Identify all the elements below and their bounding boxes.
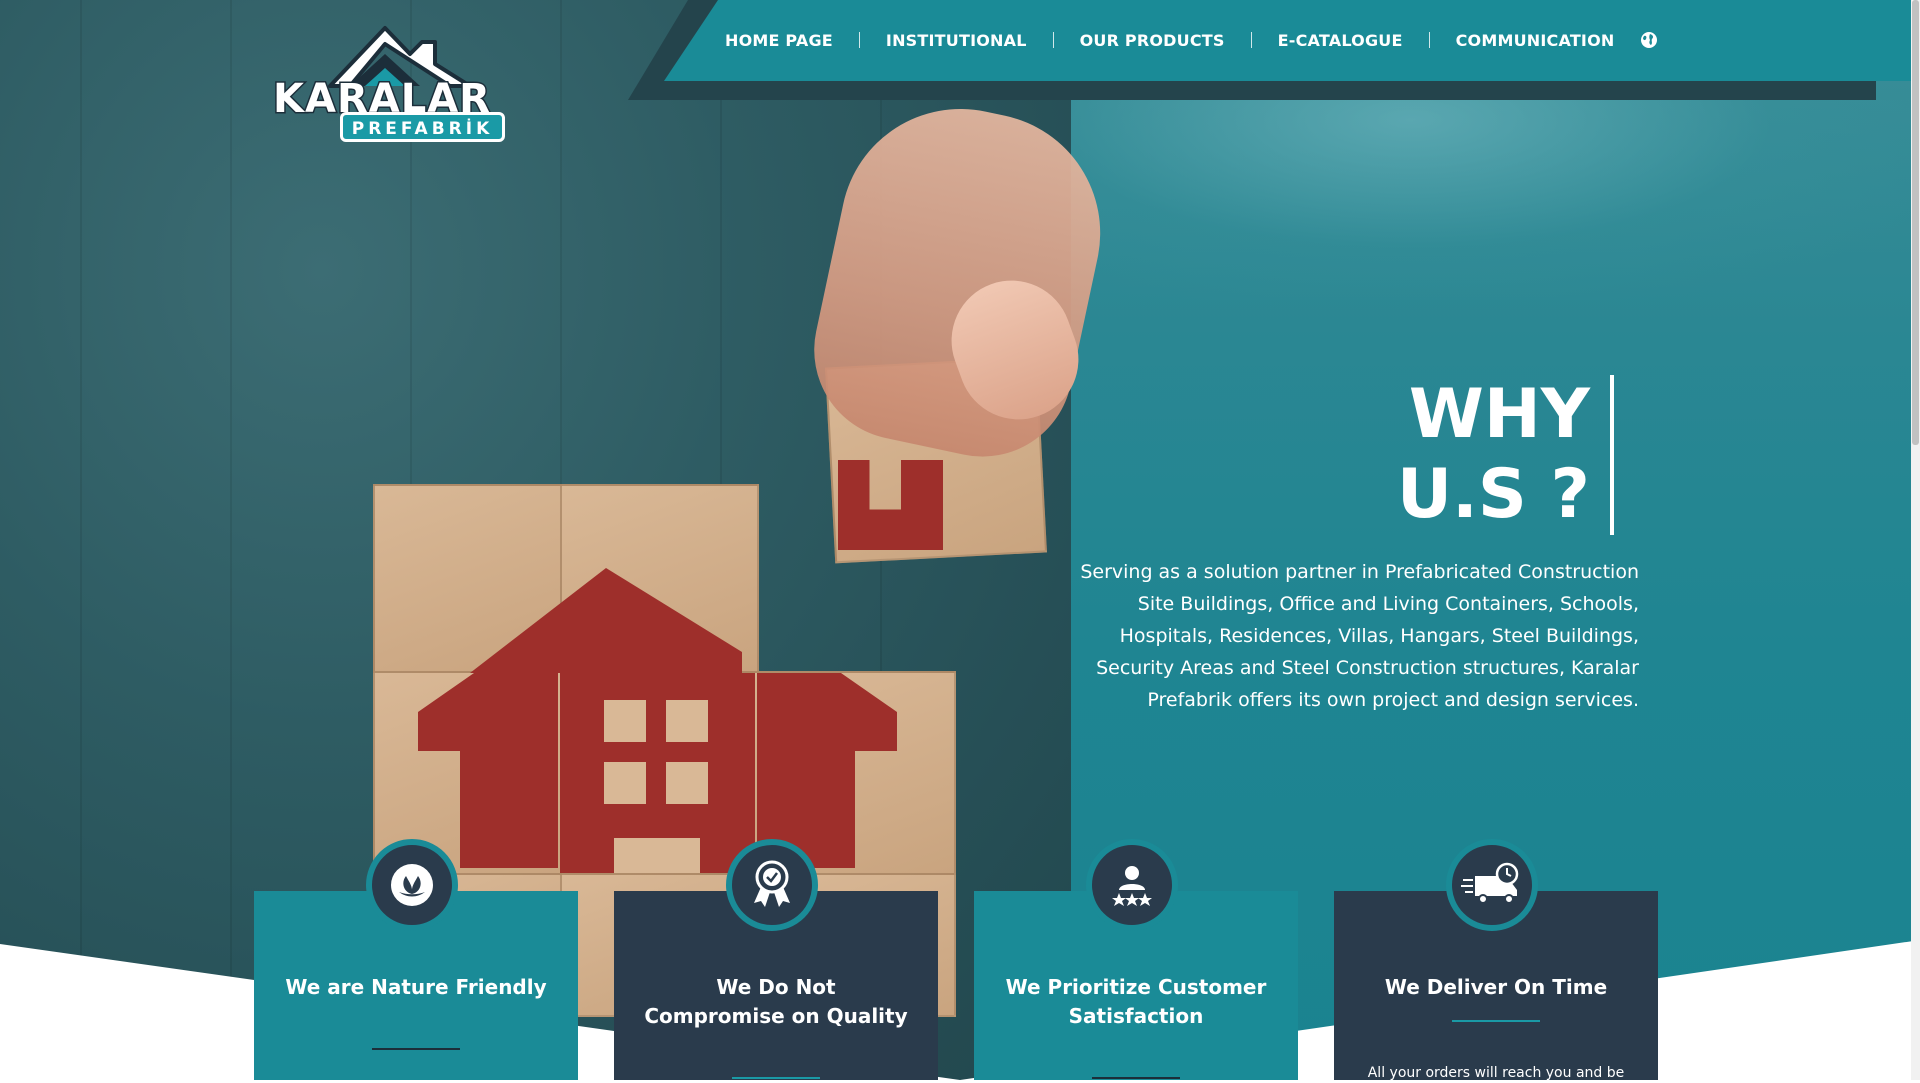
- card-divider: [1092, 1077, 1180, 1079]
- page-scrollbar[interactable]: [1911, 0, 1920, 1080]
- card-title: We Prioritize Customer Satisfaction: [1005, 975, 1267, 1028]
- globe-icon[interactable]: [1640, 31, 1658, 49]
- leaf-icon: [366, 839, 458, 931]
- why-us-heading: WHY U.S ?: [1397, 375, 1614, 535]
- feature-card-satisfaction[interactable]: We Prioritize Customer Satisfaction: [974, 839, 1298, 1080]
- why-us-description: Serving as a solution partner in Prefabr…: [1080, 561, 1639, 711]
- why-us-line1: WHY: [1408, 375, 1590, 454]
- feature-card-quality[interactable]: We Do Not Compromise on Quality: [614, 839, 938, 1080]
- card-divider: [732, 1077, 820, 1079]
- feature-card-nature[interactable]: We are Nature Friendly: [254, 839, 578, 1080]
- delivery-truck-icon: [1446, 839, 1538, 931]
- nav-divider: [1052, 32, 1054, 48]
- nav-institutional[interactable]: INSTITUTIONAL: [886, 31, 1027, 50]
- card-title: We are Nature Friendly: [285, 975, 547, 999]
- card-divider: [372, 1048, 460, 1050]
- feature-card-delivery[interactable]: We Deliver On Time All your orders will …: [1334, 839, 1658, 1081]
- nav-our-products[interactable]: OUR PRODUCTS: [1080, 31, 1225, 50]
- why-us-line2: U.S ?: [1396, 455, 1590, 534]
- brand-logo[interactable]: KARALAR PREFABRİK: [270, 24, 510, 146]
- card-title: We Do Not Compromise on Quality: [644, 975, 908, 1028]
- nav-home-page[interactable]: HOME PAGE: [725, 31, 833, 50]
- nav-divider: [858, 32, 860, 48]
- nav-divider: [1250, 32, 1252, 48]
- logo-subtitle: PREFABRİK: [340, 112, 505, 142]
- main-navigation: HOME PAGE INSTITUTIONAL OUR PRODUCTS E-C…: [725, 24, 1658, 56]
- card-description: All your orders will reach you and be: [1367, 1065, 1625, 1081]
- card-divider: [1452, 1020, 1540, 1022]
- card-title: We Deliver On Time: [1384, 975, 1608, 999]
- award-ribbon-icon: [726, 839, 818, 931]
- nav-divider: [1428, 32, 1430, 48]
- nav-communication[interactable]: COMMUNICATION: [1456, 31, 1615, 50]
- scrollbar-thumb[interactable]: [1912, 0, 1919, 445]
- nav-e-catalogue[interactable]: E-CATALOGUE: [1278, 31, 1403, 50]
- customer-rating-icon: [1086, 839, 1178, 931]
